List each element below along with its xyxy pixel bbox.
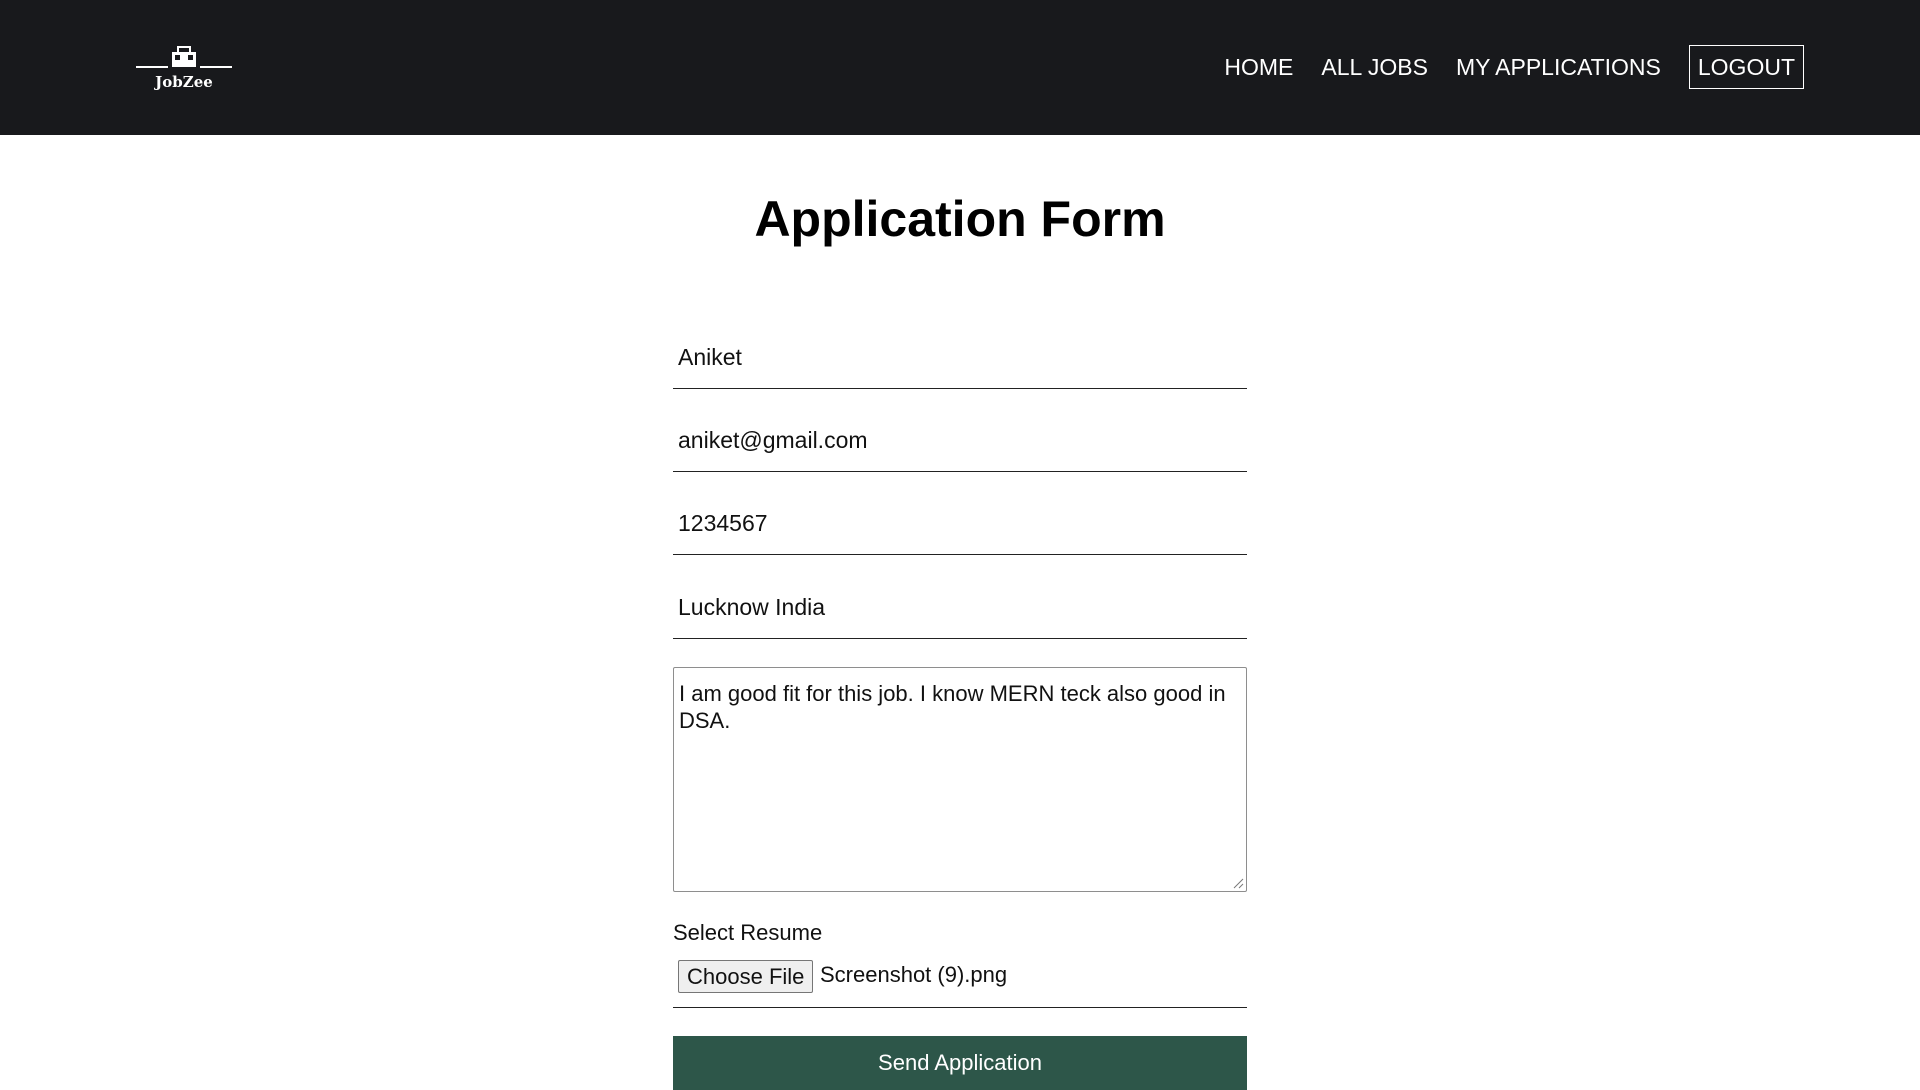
nav-home[interactable]: HOME — [1224, 45, 1293, 89]
choose-file-button[interactable]: Choose File — [678, 960, 814, 993]
name-field-wrapper — [673, 330, 1247, 389]
top-navbar: JobZee HOME ALL JOBS MY APPLICATIONS LOG… — [0, 0, 1920, 135]
resume-file-input: Choose File Screenshot (9).png — [673, 950, 1247, 1008]
send-application-button[interactable]: Send Application — [673, 1036, 1247, 1090]
nav-my-applications[interactable]: MY APPLICATIONS — [1456, 45, 1661, 89]
phone-input[interactable] — [673, 498, 1247, 554]
nav-links: HOME ALL JOBS MY APPLICATIONS LOGOUT — [1224, 45, 1804, 89]
logout-button[interactable]: LOGOUT — [1688, 45, 1804, 89]
briefcase-logo-icon — [136, 46, 232, 68]
cover-letter-wrapper: I am good fit for this job. I know MERN … — [673, 667, 1247, 892]
phone-field-wrapper — [673, 496, 1247, 555]
email-input[interactable] — [673, 415, 1247, 471]
brand-name: JobZee — [155, 73, 213, 91]
resume-label: Select Resume — [673, 920, 823, 945]
email-field-wrapper — [673, 413, 1247, 472]
address-input[interactable] — [673, 582, 1247, 638]
page-title: Application Form — [754, 191, 1166, 247]
brand-logo[interactable]: JobZee — [134, 44, 234, 92]
resize-grip-icon[interactable] — [1233, 878, 1244, 889]
address-field-wrapper — [673, 580, 1247, 639]
name-input[interactable] — [673, 332, 1247, 388]
selected-file-name: Screenshot (9).png — [820, 962, 1008, 987]
cover-letter-textarea[interactable]: I am good fit for this job. I know MERN … — [674, 668, 1246, 891]
nav-all-jobs[interactable]: ALL JOBS — [1321, 45, 1428, 89]
